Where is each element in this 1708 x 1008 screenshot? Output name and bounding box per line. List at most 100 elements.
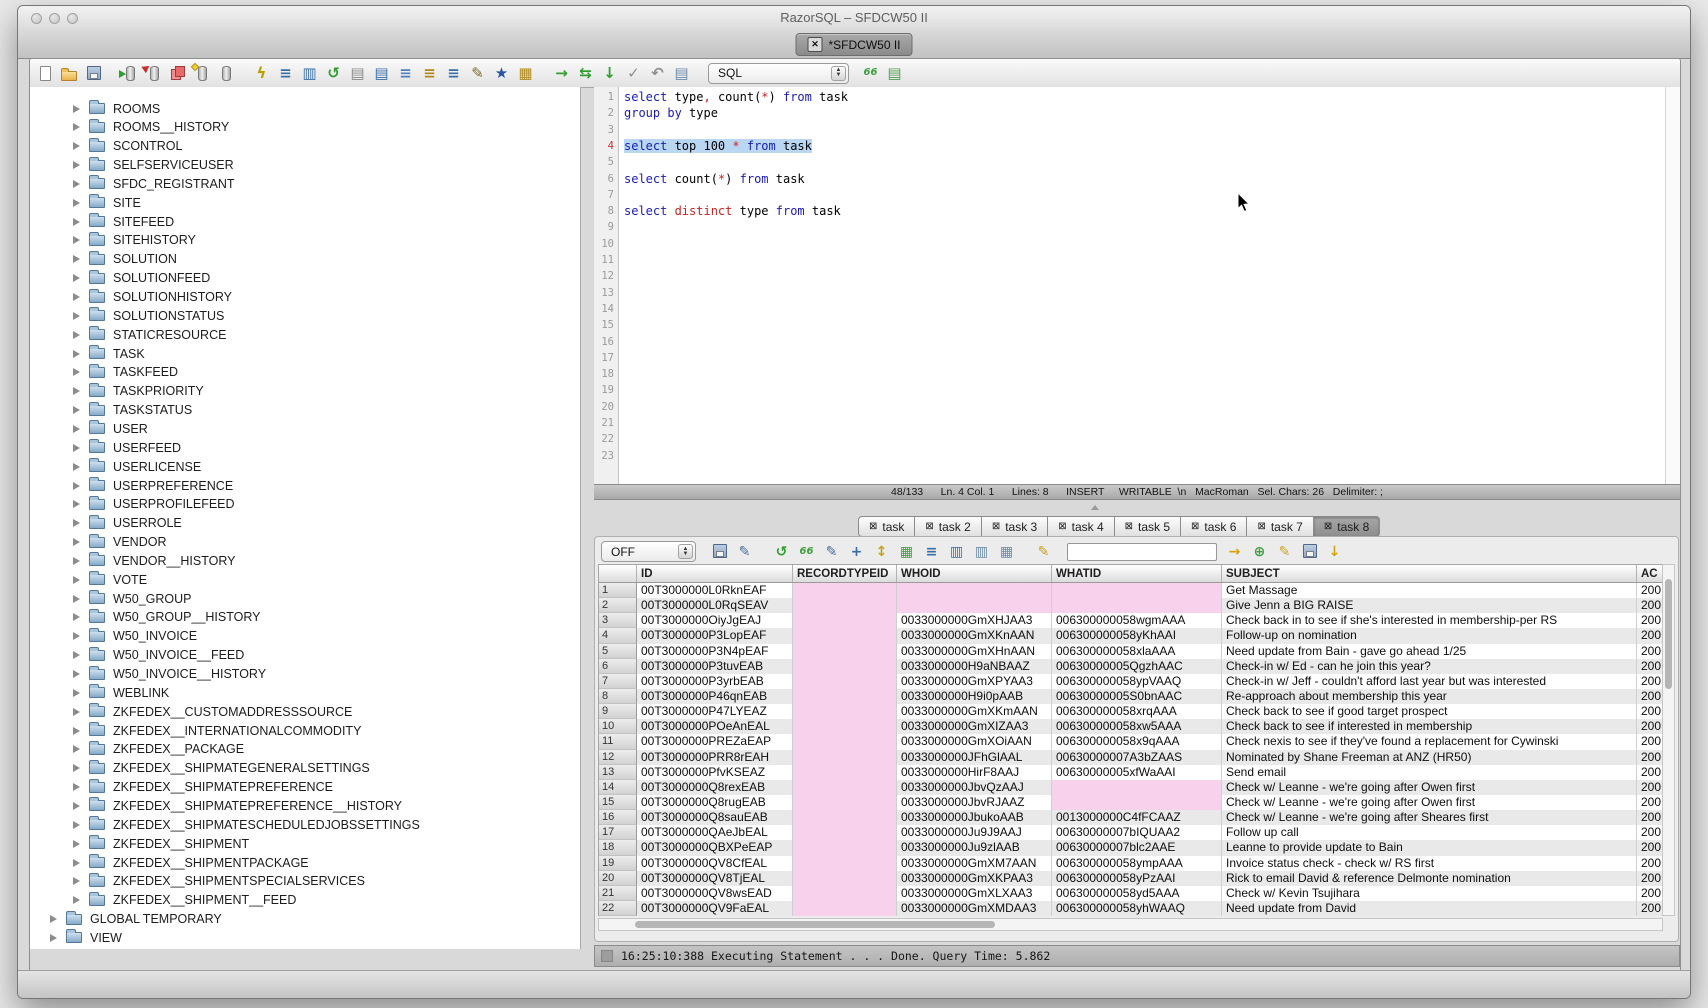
list-icon[interactable]: ≡ (396, 63, 415, 84)
quotes-icon[interactable]: 66 (797, 541, 816, 562)
cell-recordtypeid[interactable] (793, 598, 897, 613)
result-tab-task-4[interactable]: ⊠task 4 (1048, 516, 1114, 537)
copy-results-icon[interactable]: ▥ (972, 541, 991, 562)
database-icon[interactable] (216, 63, 235, 84)
connect-icon[interactable] (120, 63, 139, 84)
cell-whatid[interactable]: 006300000058x9qAAA (1052, 734, 1222, 749)
table-row[interactable]: 1800T3000000QBXPeEAP0033000000Ju9zlAAB00… (599, 840, 1662, 855)
table-row[interactable]: 1400T3000000Q8rexEAB0033000000JbvQzAAJCh… (599, 780, 1662, 795)
table-row[interactable]: 1600T3000000Q8sauEAB0033000000JbukoAAB00… (599, 810, 1662, 825)
cell-whatid[interactable]: 00630000005S0bnAAC (1052, 689, 1222, 704)
cell-ac[interactable]: 200 (1637, 871, 1663, 886)
cell-whoid[interactable]: 0033000000GmXLXAA3 (897, 886, 1052, 901)
cell-recordtypeid[interactable] (793, 825, 897, 840)
cell-ac[interactable]: 200 (1637, 734, 1663, 749)
result-tab-task-5[interactable]: ⊠task 5 (1115, 516, 1181, 537)
cell-id[interactable]: 00T3000000P47LYEAZ (637, 704, 793, 719)
table-row[interactable]: 1000T3000000POeAnEAL0033000000GmXIZAA300… (599, 719, 1662, 734)
cell-whoid[interactable]: 0033000000GmXOiAAN (897, 734, 1052, 749)
cell-whoid[interactable]: 0033000000GmXKmAAN (897, 704, 1052, 719)
row-number-cell[interactable]: 20 (599, 871, 637, 886)
result-tab-task-2[interactable]: ⊠task 2 (915, 516, 981, 537)
cell-whatid[interactable]: 00630000005xfWaAAI (1052, 765, 1222, 780)
database-tree[interactable]: ROOMSROOMS__HISTORYSCONTROLSELFSERVICEUS… (30, 87, 581, 949)
cell-subject[interactable]: Check-in w/ Jeff - couldn't afford last … (1222, 674, 1637, 689)
tree-item-zkfedex-shipment-feed[interactable]: ZKFEDEX__SHIPMENT__FEED (73, 891, 296, 910)
edit-cell-icon[interactable]: ✎ (822, 541, 841, 562)
cell-id[interactable]: 00T3000000QAeJbEAL (637, 825, 793, 840)
cell-whoid[interactable]: 0033000000HirF8AAJ (897, 765, 1052, 780)
table-row[interactable]: 1300T3000000PfvKSEAZ0033000000HirF8AAJ00… (599, 765, 1662, 780)
new-file-icon[interactable] (36, 63, 55, 84)
cell-whoid[interactable]: 0033000000GmXM7AAN (897, 856, 1052, 871)
result-tab-task-3[interactable]: ⊠task 3 (982, 516, 1048, 537)
tree-item-taskstatus[interactable]: TASKSTATUS (73, 401, 192, 420)
tree-item-w50-group[interactable]: W50_GROUP (73, 589, 192, 608)
cell-ac[interactable]: 200 (1637, 750, 1663, 765)
close-document-icon[interactable]: ✕ (807, 37, 822, 52)
cell-recordtypeid[interactable] (793, 704, 897, 719)
cell-recordtypeid[interactable] (793, 750, 897, 765)
tree-item-userlicense[interactable]: USERLICENSE (73, 457, 201, 476)
table-row[interactable]: 1900T3000000QV8CfEAL0033000000GmXM7AAN00… (599, 856, 1662, 871)
cell-whatid[interactable]: 006300000058yKhAAI (1052, 628, 1222, 643)
tree-item-weblink[interactable]: WEBLINK (73, 683, 169, 702)
row-number-cell[interactable]: 13 (599, 765, 637, 780)
table-row[interactable]: 700T3000000P3yrbEAB0033000000GmXPYAA3006… (599, 674, 1662, 689)
row-number-cell[interactable]: 9 (599, 704, 637, 719)
tree-item-zkfedex-shipmatepreference-history[interactable]: ZKFEDEX__SHIPMATEPREFERENCE__HISTORY (73, 796, 402, 815)
cell-recordtypeid[interactable] (793, 901, 897, 916)
tree-item-userpreference[interactable]: USERPREFERENCE (73, 476, 233, 495)
disclosure-triangle-icon[interactable] (73, 783, 80, 791)
disclosure-triangle-icon[interactable] (73, 105, 80, 113)
cell-ac[interactable]: 200 (1637, 780, 1663, 795)
cell-subject[interactable]: Check w/ Leanne - we're going after Owen… (1222, 780, 1637, 795)
cell-id[interactable]: 00T3000000P3yrbEAB (637, 674, 793, 689)
table-row[interactable]: 300T3000000OiyJgEAJ0033000000GmXHJAA3006… (599, 613, 1662, 628)
cell-id[interactable]: 00T3000000Q8rexEAB (637, 780, 793, 795)
disclosure-triangle-icon[interactable] (73, 859, 80, 867)
disclosure-triangle-icon[interactable] (73, 613, 80, 621)
tree-item-rooms[interactable]: ROOMS (73, 99, 160, 118)
cell-id[interactable]: 00T3000000QV8CfEAL (637, 856, 793, 871)
cell-ac[interactable]: 200 (1637, 840, 1663, 855)
close-tab-icon[interactable]: ⊠ (1125, 521, 1133, 532)
sort-updown-icon[interactable]: ↕ (872, 541, 891, 562)
disclosure-triangle-icon[interactable] (73, 444, 80, 452)
table-row[interactable]: 1100T3000000PREZaEAP0033000000GmXOiAAN00… (599, 734, 1662, 749)
cell-whatid[interactable]: 006300000058yhWAAQ (1052, 901, 1222, 916)
cell-whoid[interactable]: 0033000000JbvQzAAJ (897, 780, 1052, 795)
cell-id[interactable]: 00T3000000POeAnEAL (637, 719, 793, 734)
cell-whoid[interactable]: 0033000000GmXKPAA3 (897, 871, 1052, 886)
favorites-icon[interactable]: ★ (492, 63, 511, 84)
cell-whoid[interactable] (897, 598, 1052, 613)
tree-item-vendor[interactable]: VENDOR (73, 533, 166, 552)
table-row[interactable]: 2200T3000000QV9FaEAL0033000000GmXMDAA300… (599, 901, 1662, 916)
disclosure-triangle-icon[interactable] (73, 387, 80, 395)
table-row[interactable]: 500T3000000P3N4pEAF0033000000GmXHnAAN006… (599, 644, 1662, 659)
list-export-icon[interactable]: ≡ (420, 63, 439, 84)
tree-item-userrole[interactable]: USERROLE (73, 514, 182, 533)
tree-item-zkfedex-shipmentspecialservices[interactable]: ZKFEDEX__SHIPMENTSPECIALSERVICES (73, 872, 365, 891)
row-number-cell[interactable]: 7 (599, 674, 637, 689)
table-paste-icon[interactable]: ▦ (997, 541, 1016, 562)
column-header-subject[interactable]: SUBJECT (1222, 565, 1637, 582)
cell-subject[interactable]: Need update from Bain - gave go ahead 1/… (1222, 644, 1637, 659)
checklist-icon[interactable]: ≡ (276, 63, 295, 84)
cell-subject[interactable]: Follow up call (1222, 825, 1637, 840)
table-row[interactable]: 200T3000000L0RqSEAVGive Jenn a BIG RAISE… (599, 598, 1662, 613)
scrollbar-thumb[interactable] (635, 921, 995, 928)
cell-ac[interactable]: 200 (1637, 659, 1663, 674)
row-number-cell[interactable]: 6 (599, 659, 637, 674)
cell-subject[interactable]: Give Jenn a BIG RAISE (1222, 598, 1637, 613)
open-file-icon[interactable] (60, 63, 79, 84)
cell-subject[interactable]: Rick to email David & reference Delmonte… (1222, 871, 1637, 886)
cell-whoid[interactable] (897, 583, 1052, 598)
cell-recordtypeid[interactable] (793, 840, 897, 855)
tree-item-user[interactable]: USER (73, 419, 148, 438)
stepper-icon[interactable]: ▲▼ (678, 544, 693, 559)
disclosure-triangle-icon[interactable] (73, 218, 80, 226)
cell-whatid[interactable]: 006300000058xw5AAA (1052, 719, 1222, 734)
row-number-cell[interactable]: 3 (599, 613, 637, 628)
cell-subject[interactable]: Nominated by Shane Freeman at ANZ (HR50) (1222, 750, 1637, 765)
